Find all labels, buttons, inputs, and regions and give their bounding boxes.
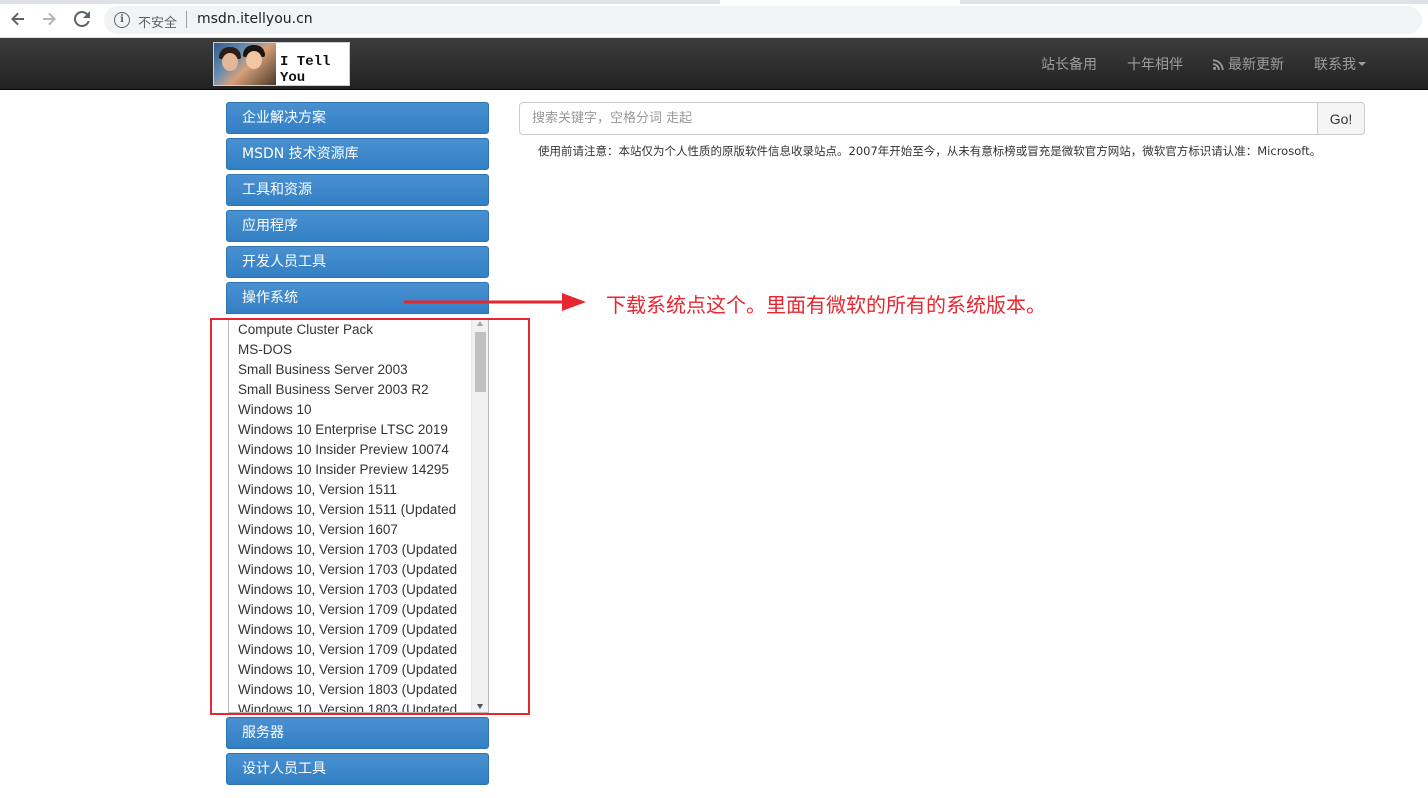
brand-logo[interactable]: I Tell You xyxy=(213,42,350,86)
scroll-down-arrow-icon[interactable] xyxy=(477,704,483,709)
os-list-item[interactable]: Small Business Server 2003 xyxy=(229,360,473,380)
search-input[interactable] xyxy=(519,102,1318,135)
security-label: 不安全 xyxy=(138,16,178,31)
address-bar[interactable]: i 不安全 msdn.itellyou.cn xyxy=(104,6,1422,34)
os-list-item[interactable]: Windows 10, Version 1709 (Updated xyxy=(229,600,473,620)
forward-arrow-icon[interactable] xyxy=(38,8,60,30)
os-list-panel[interactable]: Compute Cluster Pack MS-DOS Small Business… xyxy=(228,318,489,713)
search-go-button[interactable]: Go! xyxy=(1317,102,1365,135)
os-list-item[interactable]: Small Business Server 2003 R2 xyxy=(229,380,473,400)
os-list-item[interactable]: Windows 10 Insider Preview 10074 xyxy=(229,440,473,460)
brand-text: I Tell You xyxy=(280,54,331,86)
os-list-item[interactable]: Windows 10, Version 1703 (Updated xyxy=(229,580,473,600)
nav-links: 站长备用 十年相伴 最新更新 联系我 xyxy=(1011,38,1366,90)
os-list-item[interactable]: Windows 10, Version 1803 (Updated xyxy=(229,700,473,712)
nav-link-ten-years[interactable]: 十年相伴 xyxy=(1127,54,1183,74)
category-tools-resources[interactable]: 工具和资源 xyxy=(226,174,489,206)
category-sidebar: 企业解决方案 MSDN 技术资源库 工具和资源 应用程序 开发人员工具 操作系统 xyxy=(226,102,489,314)
nav-link-latest-updates[interactable]: 最新更新 xyxy=(1213,54,1284,74)
category-designer-tools[interactable]: 设计人员工具 xyxy=(226,753,489,785)
url-text[interactable]: msdn.itellyou.cn xyxy=(197,11,313,27)
os-list-item[interactable]: Windows 10, Version 1709 (Updated xyxy=(229,640,473,660)
category-servers[interactable]: 服务器 xyxy=(226,717,489,749)
usage-notice: 使用前请注意：本站仅为个人性质的原版软件信息收录站点。2007年开始至今，从未有… xyxy=(538,144,1322,158)
nav-link-backup[interactable]: 站长备用 xyxy=(1041,54,1097,74)
category-msdn-library[interactable]: MSDN 技术资源库 xyxy=(226,138,489,170)
info-icon[interactable]: i xyxy=(114,12,130,28)
search-group: Go! xyxy=(519,102,1365,135)
back-arrow-icon[interactable] xyxy=(7,8,29,30)
category-applications[interactable]: 应用程序 xyxy=(226,210,489,242)
category-operating-systems[interactable]: 操作系统 xyxy=(226,282,489,314)
os-list-item[interactable]: Windows 10, Version 1709 (Updated xyxy=(229,660,473,680)
os-list-item[interactable]: Windows 10 Enterprise LTSC 2019 xyxy=(229,420,473,440)
os-list-item[interactable]: Windows 10, Version 1709 (Updated xyxy=(229,620,473,640)
address-divider xyxy=(186,11,187,28)
tab-strip xyxy=(0,0,1428,4)
reload-icon[interactable] xyxy=(71,8,93,30)
caret-down-icon xyxy=(1358,62,1366,66)
os-list-item[interactable]: Windows 10, Version 1511 (Updated xyxy=(229,500,473,520)
os-list-item[interactable]: Windows 10, Version 1703 (Updated xyxy=(229,540,473,560)
nav-link-contact[interactable]: 联系我 xyxy=(1314,54,1366,74)
annotation-text: 下载系统点这个。里面有微软的所有的系统版本。 xyxy=(606,293,1046,317)
rss-icon xyxy=(1213,58,1224,70)
os-list-item[interactable]: Windows 10 Insider Preview 14295 xyxy=(229,460,473,480)
category-enterprise-solutions[interactable]: 企业解决方案 xyxy=(226,102,489,134)
logo-photo xyxy=(214,43,276,85)
os-list-item[interactable]: MS-DOS xyxy=(229,340,473,360)
os-list-item[interactable]: Windows 10, Version 1511 xyxy=(229,480,473,500)
scroll-thumb[interactable] xyxy=(475,332,486,392)
category-sidebar-lower: 服务器 设计人员工具 xyxy=(226,717,489,789)
os-list-scrollbar[interactable] xyxy=(471,318,488,712)
os-list-item[interactable]: Windows 10 xyxy=(229,400,473,420)
active-tab[interactable] xyxy=(720,0,960,4)
category-developer-tools[interactable]: 开发人员工具 xyxy=(226,246,489,278)
os-list-item[interactable]: Windows 10, Version 1703 (Updated xyxy=(229,560,473,580)
os-list-item[interactable]: Windows 10, Version 1803 (Updated xyxy=(229,680,473,700)
scroll-up-arrow-icon[interactable] xyxy=(477,321,483,326)
os-list-item[interactable]: Windows 10, Version 1607 xyxy=(229,520,473,540)
site-navbar: I Tell You 站长备用 十年相伴 最新更新 联系我 xyxy=(0,38,1428,90)
browser-toolbar: i 不安全 msdn.itellyou.cn xyxy=(0,0,1428,38)
os-list: Compute Cluster Pack MS-DOS Small Business… xyxy=(229,320,473,712)
os-list-item[interactable]: Compute Cluster Pack xyxy=(229,320,473,340)
